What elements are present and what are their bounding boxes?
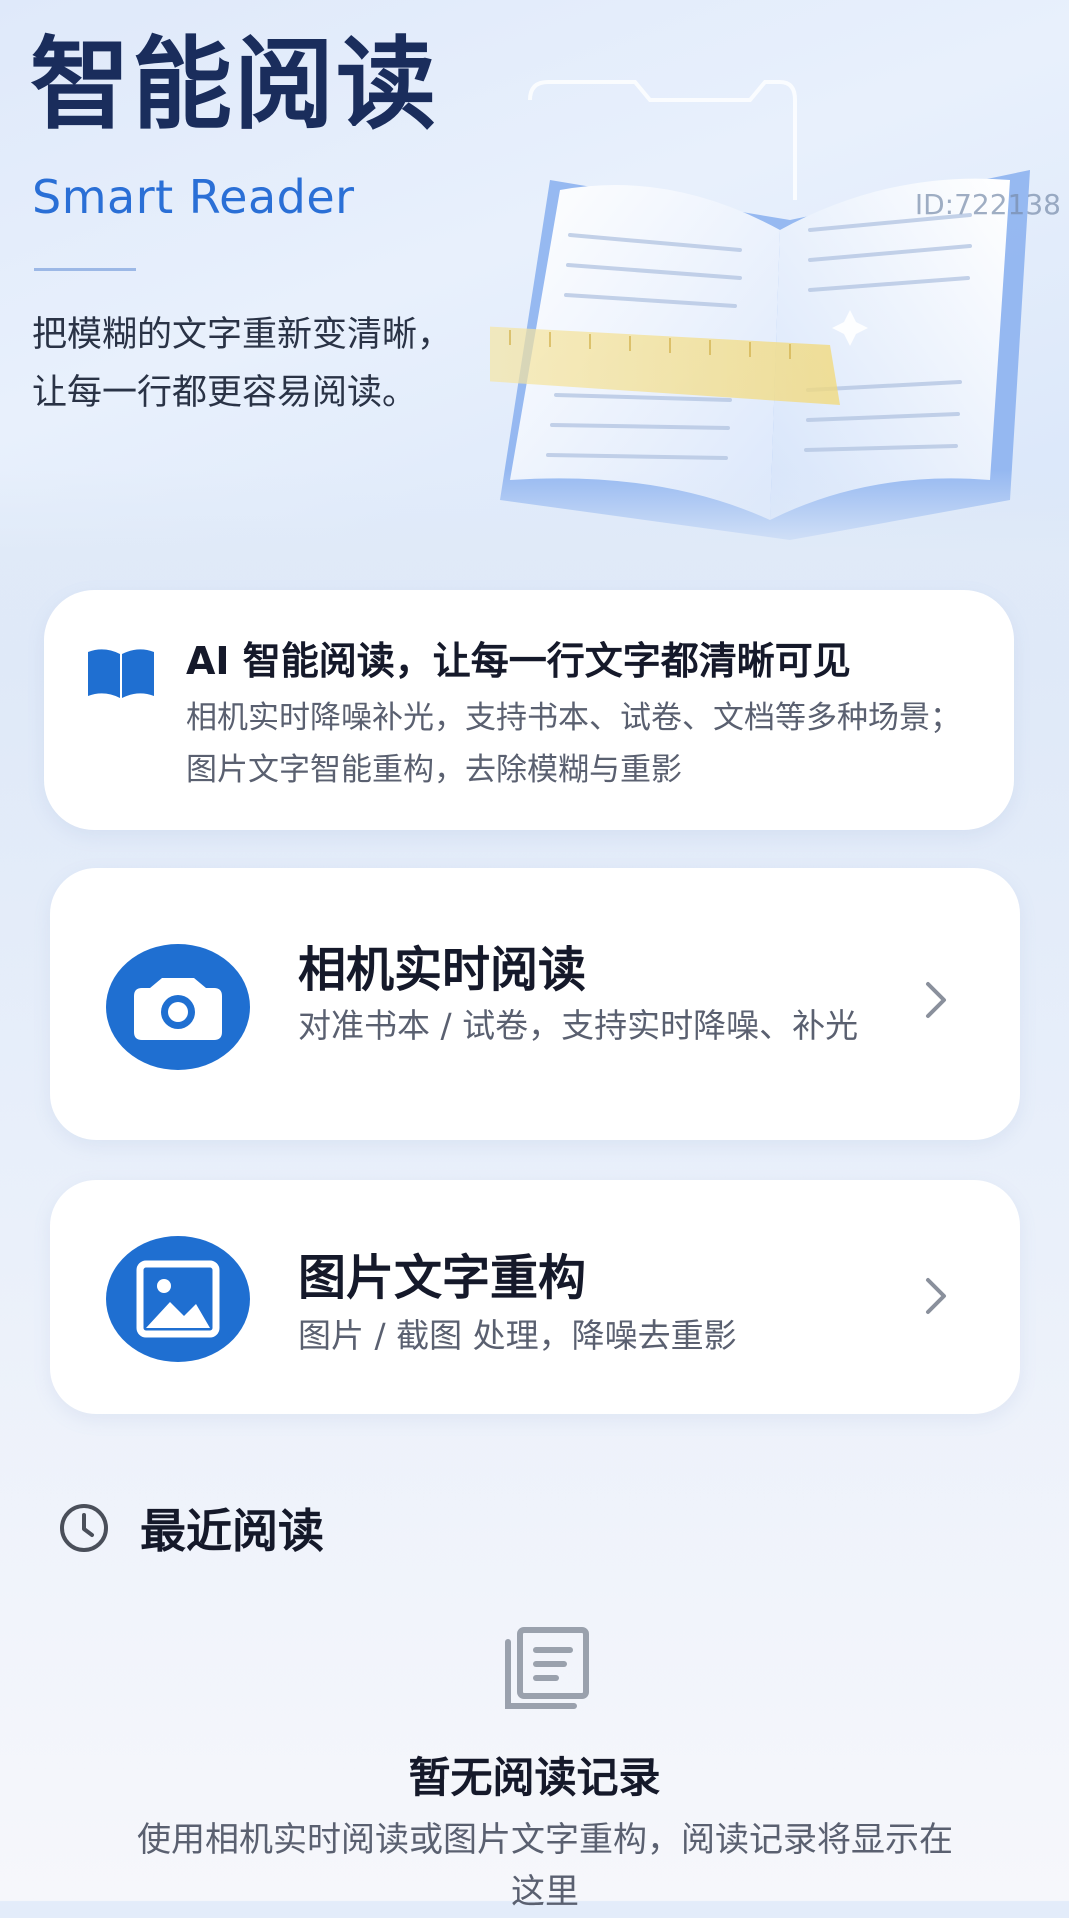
title-divider bbox=[34, 268, 136, 271]
image-reconstruct-card[interactable]: 图片文字重构 图片 / 截图 处理，降噪去重影 bbox=[50, 1180, 1020, 1414]
hero-desc-line-2: 让每一行都更容易阅读。 bbox=[32, 373, 418, 413]
recent-reading-header: 最近阅读 bbox=[58, 1498, 324, 1558]
camera-reading-card[interactable]: 相机实时阅读 对准书本 / 试卷，支持实时降噪、补光 bbox=[50, 868, 1020, 1140]
intro-card: AI 智能阅读，让每一行文字都清晰可见 相机实时降噪补光，支持书本、试卷、文档等… bbox=[44, 590, 1014, 830]
chevron-right-icon bbox=[926, 982, 946, 1018]
empty-state-description: 使用相机实时阅读或图片文字重构，阅读记录将显示在这里 bbox=[137, 1820, 953, 1912]
intro-description: 相机实时降噪补光，支持书本、试卷、文档等多种场景；图片文字智能重构，去除模糊与重… bbox=[186, 700, 961, 788]
feature-title: 相机实时阅读 bbox=[298, 942, 587, 998]
intro-title: AI 智能阅读，让每一行文字都清晰可见 bbox=[186, 639, 851, 683]
clock-icon bbox=[60, 1504, 108, 1552]
hero-banner: 智能阅读 Smart Reader 把模糊的文字重新变清晰， 让每一行都更容易阅… bbox=[0, 0, 1069, 560]
app-title: 智能阅读 bbox=[30, 26, 438, 143]
empty-state-title: 暂无阅读记录 bbox=[408, 1753, 661, 1802]
app-subtitle: Smart Reader bbox=[32, 170, 355, 224]
hero-description: 把模糊的文字重新变清晰， 让每一行都更容易阅读。 bbox=[32, 306, 452, 422]
open-book-icon bbox=[88, 649, 154, 698]
book-illustration bbox=[490, 80, 1030, 540]
feature-description: 图片 / 截图 处理，降噪去重影 bbox=[298, 1316, 737, 1355]
id-watermark: ID:722138 bbox=[914, 188, 1061, 221]
feature-title: 图片文字重构 bbox=[298, 1250, 587, 1306]
recent-title: 最近阅读 bbox=[140, 1504, 324, 1558]
image-icon bbox=[106, 1236, 250, 1362]
hero-desc-line-1: 把模糊的文字重新变清晰， bbox=[32, 315, 453, 355]
chevron-right-icon bbox=[926, 1278, 946, 1314]
document-list-icon bbox=[505, 1627, 589, 1709]
feature-description: 对准书本 / 试卷，支持实时降噪、补光 bbox=[298, 1006, 859, 1045]
camera-icon bbox=[106, 944, 250, 1070]
